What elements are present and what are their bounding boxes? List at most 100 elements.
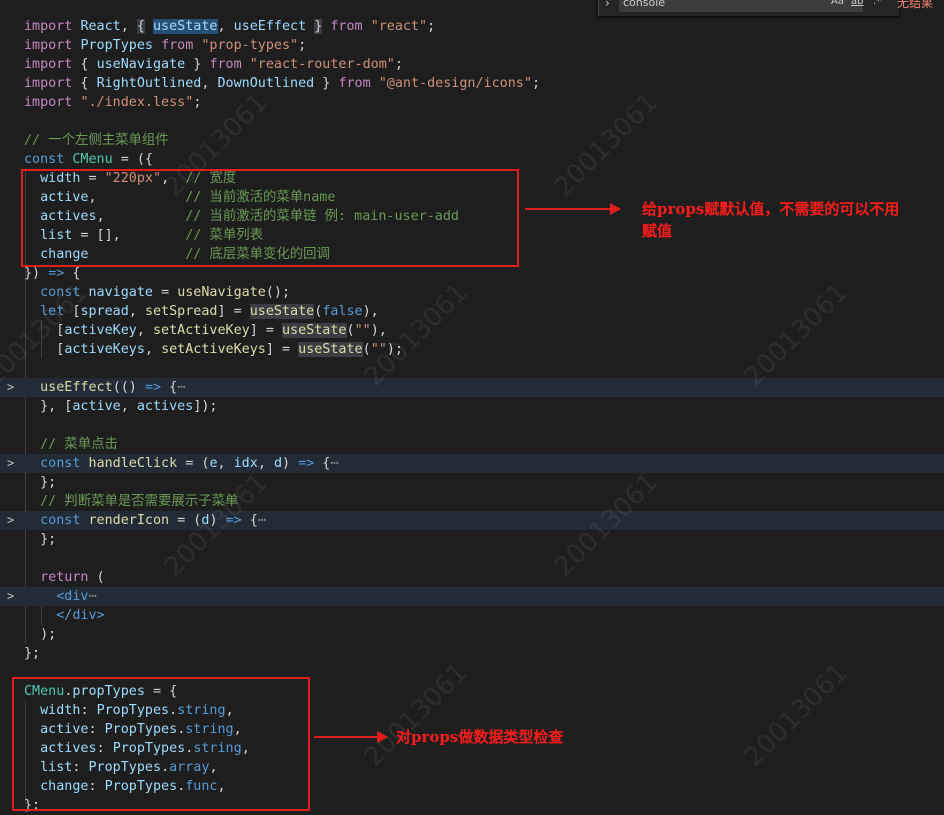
function-call: useState [282, 323, 347, 338]
regex-toggle[interactable]: .* [873, 0, 881, 7]
kw-import: import [24, 57, 73, 72]
identifier: idx [233, 456, 258, 471]
folded-code-line[interactable]: > const renderIcon = (d) => {⋯ [0, 511, 944, 530]
match-case-toggle[interactable]: Aa [831, 0, 844, 7]
selected-identifier: useState [153, 19, 218, 34]
folded-ellipsis: ⋯ [177, 380, 186, 395]
code-line: import { RightOutlined, DownOutlined } f… [24, 76, 540, 91]
kw-from: from [338, 76, 371, 91]
kw-const: const [24, 152, 65, 167]
identifier: d [201, 513, 210, 528]
string: "@ant-design/icons" [378, 76, 532, 91]
identifier: RightOutlined [96, 76, 202, 91]
folded-ellipsis: ⋯ [88, 589, 97, 604]
annotation-proptypes-note: 对props做数据类型检查 [396, 728, 564, 746]
kw-import: import [24, 76, 73, 91]
string: "react-router-dom" [249, 57, 395, 72]
code-line: // 菜单点击 [0, 435, 944, 454]
annotation-arrow [525, 203, 621, 215]
code-line: import "./index.less"; [24, 95, 202, 110]
comment: // 菜单点击 [40, 437, 118, 452]
identifier: CMenu [72, 152, 113, 167]
brace-match: { [136, 19, 145, 34]
identifier: d [273, 456, 282, 471]
kw-from: from [209, 57, 242, 72]
code-line: }; [24, 646, 41, 661]
code-line: // 判断菜单是否需要展示子菜单 [0, 492, 944, 511]
annotation-box-proptypes [12, 677, 310, 811]
kw-return: return [40, 570, 89, 585]
function-call: useNavigate [177, 285, 266, 300]
kw-const: const [40, 513, 81, 528]
annotation-line: 赋值 [642, 222, 673, 240]
code-line: import React, { useState, useEffect } fr… [24, 19, 436, 34]
chevron-right-icon[interactable]: > [7, 454, 14, 473]
kw-from: from [330, 19, 363, 34]
kw-const: const [40, 285, 81, 300]
code-line: // 一个左侧主菜单组件 [0, 131, 944, 150]
find-result-status: 无结果 [897, 0, 934, 10]
brace-match: } [314, 19, 323, 34]
kw-const: const [40, 456, 81, 471]
annotation-arrow [314, 731, 388, 743]
code-line: return ( [40, 570, 105, 585]
comment: // 一个左侧主菜单组件 [24, 133, 169, 148]
folded-code-line[interactable]: > <div⋯ [0, 587, 944, 606]
identifier: activeKeys [64, 342, 145, 357]
chevron-right-icon[interactable]: > [7, 587, 14, 606]
identifier: setActiveKeys [161, 342, 266, 357]
identifier: setSpread [144, 304, 218, 319]
find-input[interactable]: console [619, 0, 863, 12]
folded-code-line[interactable]: > useEffect(() => {⋯ [0, 378, 944, 397]
folded-ellipsis: ⋯ [330, 456, 339, 471]
annotation-box-defaults [21, 169, 519, 267]
code-line: [activeKey, setActiveKey] = useState("")… [24, 323, 387, 338]
annotation-line: 给props赋默认值，不需要的可以不用 [642, 200, 900, 218]
chevron-right-icon[interactable]: › [605, 0, 610, 10]
code-line: const navigate = useNavigate(); [40, 285, 291, 300]
identifier: setActiveKey [153, 323, 250, 338]
string: "./index.less" [80, 95, 194, 110]
string: "" [370, 342, 387, 357]
string: "react" [370, 19, 428, 34]
code-editor[interactable]: import React, { useState, useEffect } fr… [0, 0, 944, 813]
identifier: PropTypes [80, 38, 153, 53]
function-call: useState [249, 304, 315, 319]
function-call: useState [298, 342, 363, 357]
code-line: }; [24, 532, 57, 547]
identifier: handleClick [88, 456, 178, 471]
kw-import: import [24, 38, 73, 53]
kw-let: let [40, 304, 65, 319]
comment: // 判断菜单是否需要展示子菜单 [40, 494, 239, 509]
identifier: useEffect [233, 19, 307, 34]
kw-import: import [24, 95, 73, 110]
identifier: renderIcon [88, 513, 170, 528]
code-line: let [spread, setSpread] = useState(false… [40, 304, 379, 319]
folded-code-line[interactable]: > const handleClick = (e, idx, d) => {⋯ [0, 454, 944, 473]
string: "prop-types" [201, 38, 299, 53]
code-line: ); [24, 627, 57, 642]
code-line: }, [active, actives]); [24, 399, 218, 414]
identifier: navigate [88, 285, 154, 300]
code-line: [activeKeys, setActiveKeys] = useState("… [24, 342, 403, 357]
chevron-right-icon[interactable]: > [7, 378, 14, 397]
kw-false: false [322, 304, 363, 319]
find-widget[interactable]: › console Aa ab .* 无结果 [598, 0, 933, 16]
code-line: </div> [0, 606, 944, 625]
function-call: useEffect [40, 380, 113, 395]
identifier: actives [136, 399, 194, 414]
kw-import: import [24, 19, 73, 34]
identifier: activeKey [64, 323, 137, 338]
whole-word-toggle[interactable]: ab [851, 0, 863, 7]
jsx-tag: </div> [56, 608, 105, 623]
identifier: React [80, 19, 121, 34]
identifier: spread [80, 304, 129, 319]
code-line: import { useNavigate } from "react-route… [24, 57, 403, 72]
code-line: }; [24, 475, 57, 490]
identifier: active [72, 399, 121, 414]
annotation-defaults-note: 给props赋默认值，不需要的可以不用 赋值 [642, 198, 899, 242]
jsx-tag: <div [56, 589, 89, 604]
folded-ellipsis: ⋯ [257, 513, 266, 528]
string: "" [354, 323, 371, 338]
chevron-right-icon[interactable]: > [7, 511, 14, 530]
